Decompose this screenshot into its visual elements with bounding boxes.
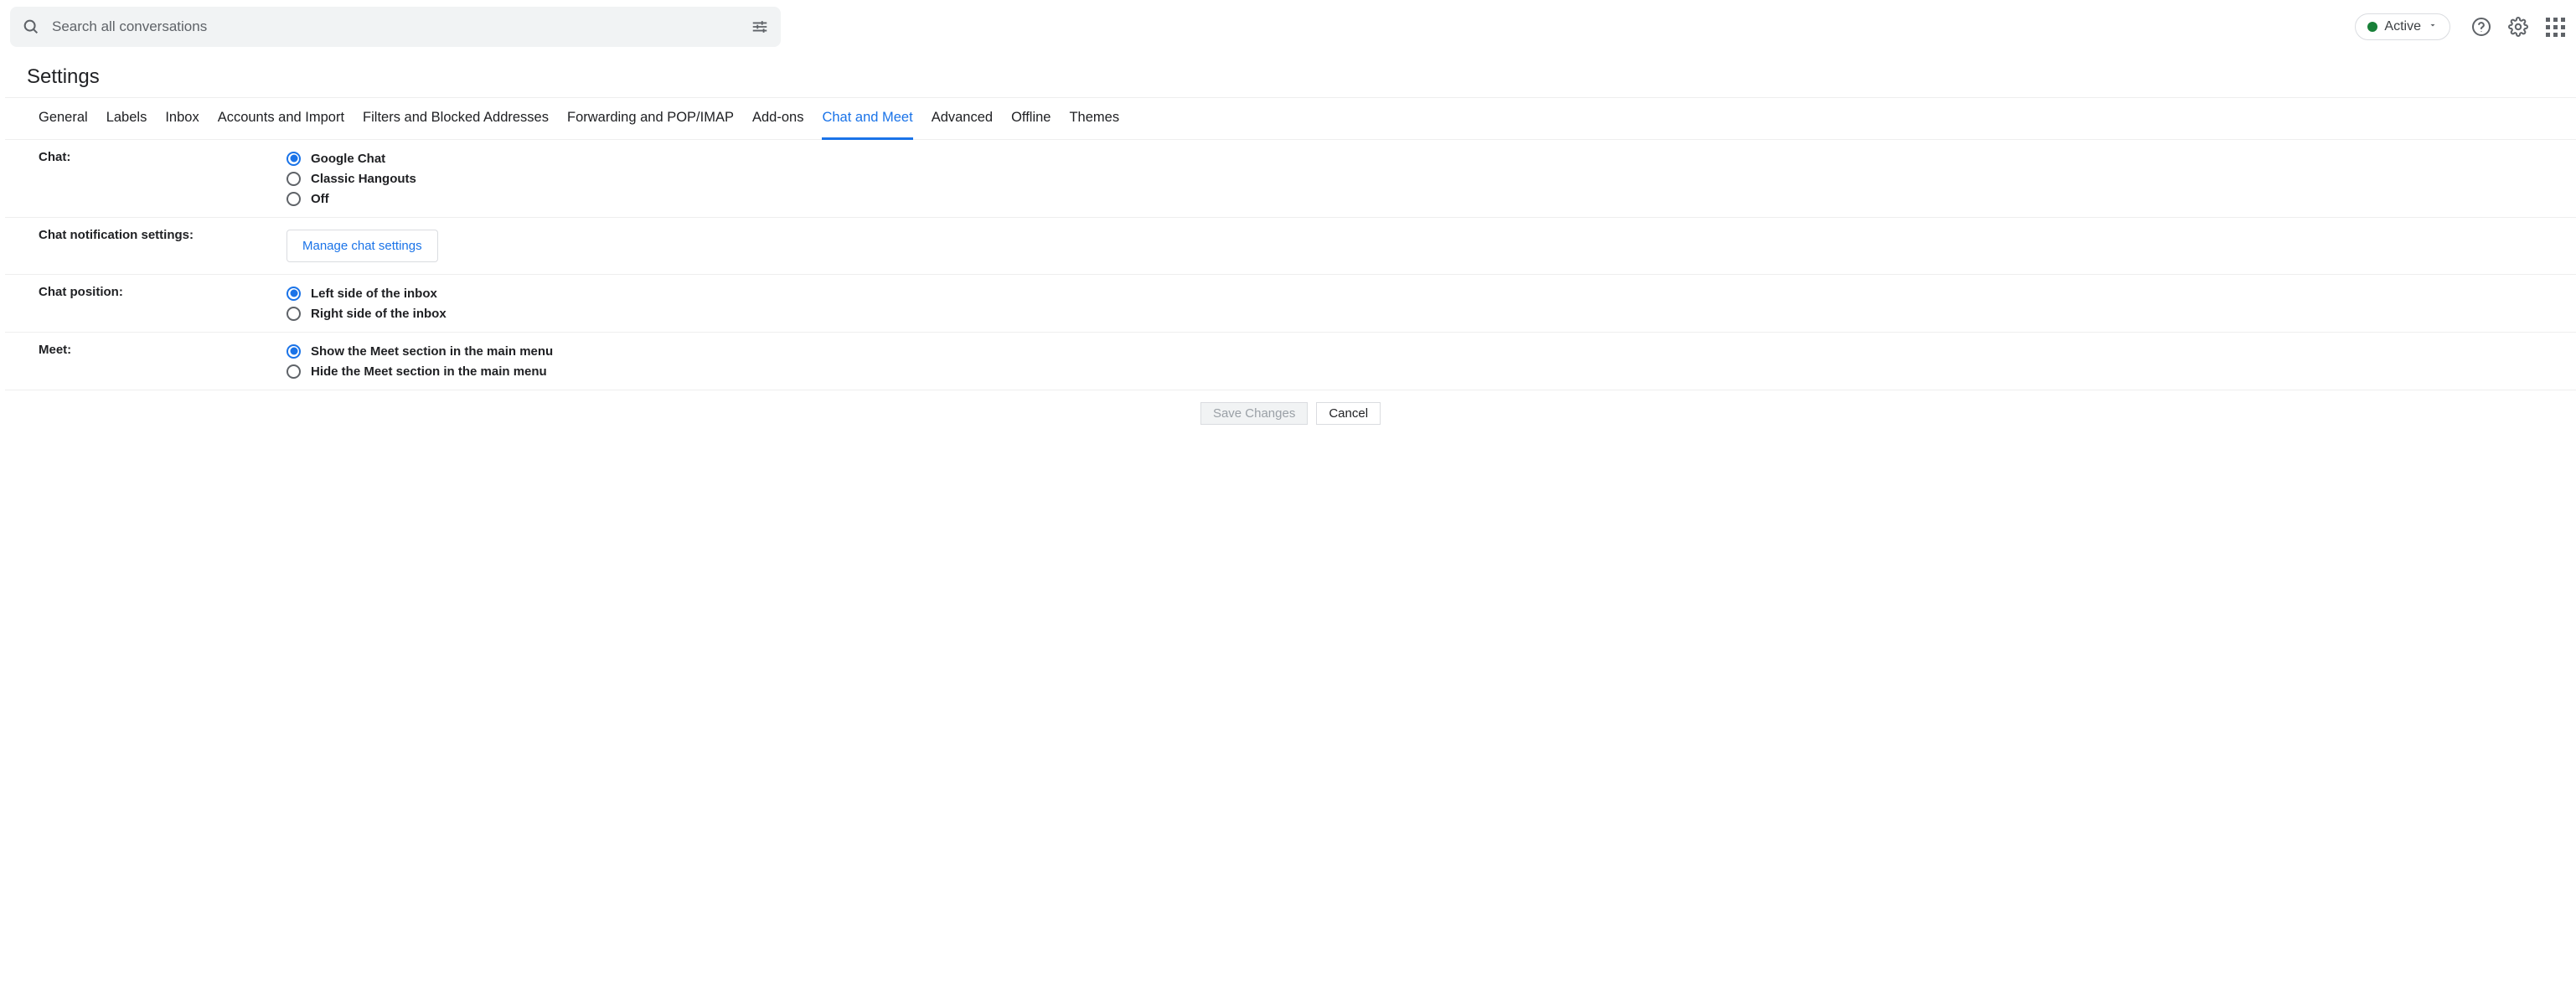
apps-icon[interactable]: [2544, 16, 2566, 38]
status-dot-icon: [2367, 22, 2377, 32]
section-label-meet: Meet:: [39, 341, 287, 381]
radio-option-chat-position[interactable]: Right side of the inbox: [287, 303, 2542, 323]
tab-filters-and-blocked-addresses[interactable]: Filters and Blocked Addresses: [363, 98, 549, 139]
chat-notification-content: Manage chat settings: [287, 226, 2542, 266]
radio-label: Right side of the inbox: [311, 307, 447, 321]
tab-add-ons[interactable]: Add-ons: [752, 98, 803, 139]
radio-label: Google Chat: [311, 152, 385, 166]
radio-label: Show the Meet section in the main menu: [311, 344, 553, 359]
tab-inbox[interactable]: Inbox: [165, 98, 199, 139]
radio-icon: [287, 307, 301, 321]
save-changes-button[interactable]: Save Changes: [1200, 402, 1308, 425]
tab-general[interactable]: General: [39, 98, 88, 139]
search-input[interactable]: [40, 18, 751, 35]
radio-label: Classic Hangouts: [311, 172, 416, 186]
tab-labels[interactable]: Labels: [106, 98, 147, 139]
chevron-down-icon: [2428, 19, 2438, 34]
top-icons: [2470, 16, 2566, 38]
section-label-chat: Chat:: [39, 148, 287, 209]
tab-chat-and-meet[interactable]: Chat and Meet: [822, 98, 912, 140]
radio-label: Hide the Meet section in the main menu: [311, 364, 547, 379]
radio-icon: [287, 172, 301, 186]
radio-icon: [287, 192, 301, 206]
cancel-button[interactable]: Cancel: [1316, 402, 1381, 425]
radio-option-meet[interactable]: Show the Meet section in the main menu: [287, 341, 2542, 361]
section-meet: Meet: Show the Meet section in the main …: [5, 333, 2576, 390]
radio-icon: [287, 152, 301, 166]
manage-chat-settings-button[interactable]: Manage chat settings: [287, 230, 438, 262]
settings-body: Chat: Google Chat Classic Hangouts Off Cha…: [5, 140, 2576, 437]
tune-icon[interactable]: [751, 18, 769, 36]
section-label-chat-position: Chat position:: [39, 283, 287, 323]
section-chat: Chat: Google Chat Classic Hangouts Off: [5, 140, 2576, 218]
help-icon[interactable]: [2470, 16, 2492, 38]
chat-options: Google Chat Classic Hangouts Off: [287, 148, 2542, 209]
section-chat-position: Chat position: Left side of the inbox Rig…: [5, 275, 2576, 333]
chat-position-options: Left side of the inbox Right side of the …: [287, 283, 2542, 323]
tab-offline[interactable]: Offline: [1011, 98, 1051, 139]
radio-option-chat[interactable]: Google Chat: [287, 148, 2542, 168]
top-bar: Active: [0, 0, 2576, 54]
section-chat-notification: Chat notification settings: Manage chat …: [5, 218, 2576, 275]
search-icon: [22, 18, 40, 36]
status-pill[interactable]: Active: [2355, 13, 2450, 40]
section-label-chat-notification: Chat notification settings:: [39, 226, 287, 266]
radio-option-meet[interactable]: Hide the Meet section in the main menu: [287, 361, 2542, 381]
gear-icon[interactable]: [2507, 16, 2529, 38]
button-row: Save Changes Cancel: [5, 390, 2576, 437]
radio-option-chat[interactable]: Off: [287, 189, 2542, 209]
radio-option-chat[interactable]: Classic Hangouts: [287, 168, 2542, 189]
radio-icon: [287, 364, 301, 379]
radio-label: Off: [311, 192, 329, 206]
radio-label: Left side of the inbox: [311, 287, 437, 301]
tab-forwarding-and-pop-imap[interactable]: Forwarding and POP/IMAP: [567, 98, 734, 139]
page-title: Settings: [0, 54, 2576, 97]
tab-themes[interactable]: Themes: [1069, 98, 1119, 139]
radio-option-chat-position[interactable]: Left side of the inbox: [287, 283, 2542, 303]
settings-tabs: General Labels Inbox Accounts and Import Fil…: [5, 97, 2576, 140]
tab-accounts-and-import[interactable]: Accounts and Import: [218, 98, 344, 139]
status-label: Active: [2384, 19, 2421, 34]
search-box[interactable]: [10, 7, 781, 47]
radio-icon: [287, 287, 301, 301]
tab-advanced[interactable]: Advanced: [932, 98, 993, 139]
meet-options: Show the Meet section in the main menu Hi…: [287, 341, 2542, 381]
radio-icon: [287, 344, 301, 359]
